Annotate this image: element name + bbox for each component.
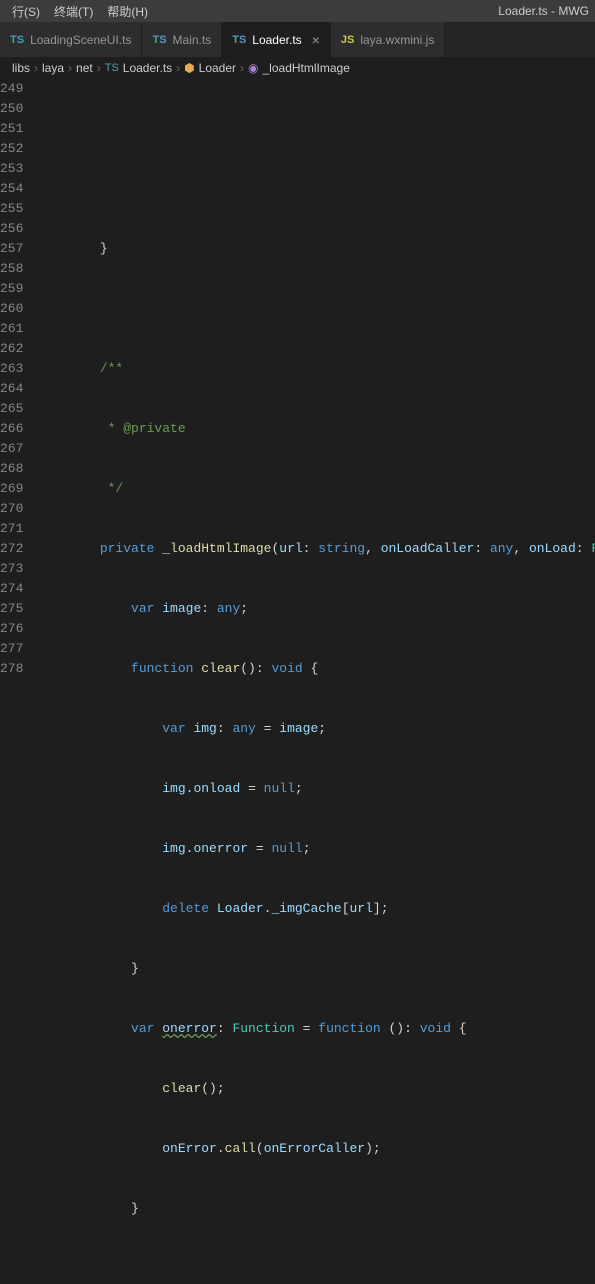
line-number: 257: [0, 239, 23, 259]
code-line[interactable]: clear();: [37, 1079, 595, 1099]
line-number: 250: [0, 99, 23, 119]
line-number: 278: [0, 659, 23, 679]
line-number: 276: [0, 619, 23, 639]
line-number: 251: [0, 119, 23, 139]
line-number: 255: [0, 199, 23, 219]
code-area[interactable]: } /** * @private */ private _loadHtmlIma…: [37, 79, 595, 642]
menu-terminal[interactable]: 终端(T): [48, 3, 99, 20]
line-number: 277: [0, 639, 23, 659]
code-line[interactable]: img.onload = null;: [37, 779, 595, 799]
code-line[interactable]: img.onerror = null;: [37, 839, 595, 859]
chevron-right-icon: ›: [176, 61, 180, 75]
chevron-right-icon: ›: [97, 61, 101, 75]
code-line[interactable]: [37, 299, 595, 319]
line-number: 274: [0, 579, 23, 599]
line-number: 264: [0, 379, 23, 399]
method-icon: ◉: [248, 61, 258, 75]
window-title: Loader.ts - MWG: [498, 4, 595, 18]
chevron-right-icon: ›: [34, 61, 38, 75]
code-line[interactable]: var onerror: Function = function (): voi…: [37, 1019, 595, 1039]
code-line[interactable]: /**: [37, 359, 595, 379]
line-number: 253: [0, 159, 23, 179]
code-line[interactable]: */: [37, 479, 595, 499]
line-gutter: 2492502512522532542552562572582592602612…: [0, 79, 37, 642]
breadcrumbs[interactable]: libs › laya › net › TS Loader.ts › ⬢ Loa…: [0, 57, 595, 79]
line-number: 263: [0, 359, 23, 379]
line-number: 269: [0, 479, 23, 499]
line-number: 266: [0, 419, 23, 439]
code-line[interactable]: * @private: [37, 419, 595, 439]
code-editor[interactable]: 2492502512522532542552562572582592602612…: [0, 79, 595, 642]
crumb-file[interactable]: Loader.ts: [123, 61, 172, 75]
crumb-class[interactable]: Loader: [199, 61, 236, 75]
highlight-box-1: [32, 378, 497, 398]
menu-run[interactable]: 行(S): [6, 3, 46, 20]
tab-loader[interactable]: TS Loader.ts ×: [222, 22, 331, 57]
code-line[interactable]: onError.call(onErrorCaller);: [37, 1139, 595, 1159]
code-line[interactable]: delete Loader._imgCache[url];: [37, 899, 595, 919]
line-number: 252: [0, 139, 23, 159]
menu-help[interactable]: 帮助(H): [101, 3, 154, 20]
line-number: 265: [0, 399, 23, 419]
ts-icon: TS: [152, 34, 166, 46]
ts-icon: TS: [10, 34, 24, 46]
line-number: 261: [0, 319, 23, 339]
tab-label: laya.wxmini.js: [360, 33, 434, 47]
code-line[interactable]: function clear(): void {: [37, 659, 595, 679]
code-line[interactable]: var img: any = image;: [37, 719, 595, 739]
tab-wxmini[interactable]: JS laya.wxmini.js: [331, 22, 445, 57]
line-number: 260: [0, 299, 23, 319]
line-number: 275: [0, 599, 23, 619]
crumb-folder[interactable]: net: [76, 61, 93, 75]
crumb-method[interactable]: _loadHtmlImage: [263, 61, 350, 75]
line-number: 270: [0, 499, 23, 519]
tab-label: Loader.ts: [252, 33, 301, 47]
line-number: 256: [0, 219, 23, 239]
code-line[interactable]: var image: any;: [37, 599, 595, 619]
line-number: 259: [0, 279, 23, 299]
code-line[interactable]: }: [37, 959, 595, 979]
close-icon[interactable]: ×: [312, 32, 320, 48]
chevron-right-icon: ›: [240, 61, 244, 75]
line-number: 262: [0, 339, 23, 359]
tab-loadingsceneui[interactable]: TS LoadingSceneUI.ts: [0, 22, 142, 57]
tab-main[interactable]: TS Main.ts: [142, 22, 222, 57]
code-line[interactable]: }: [37, 239, 595, 259]
code-line[interactable]: [37, 1259, 595, 1279]
line-number: 254: [0, 179, 23, 199]
class-icon: ⬢: [184, 61, 194, 75]
code-line[interactable]: }: [37, 1199, 595, 1219]
ts-icon: TS: [105, 62, 119, 74]
tab-label: LoadingSceneUI.ts: [30, 33, 131, 47]
line-number: 258: [0, 259, 23, 279]
line-number: 272: [0, 539, 23, 559]
line-number: 268: [0, 459, 23, 479]
line-number: 271: [0, 519, 23, 539]
js-icon: JS: [341, 34, 354, 46]
ts-icon: TS: [232, 34, 246, 46]
chevron-right-icon: ›: [68, 61, 72, 75]
tab-label: Main.ts: [173, 33, 212, 47]
titlebar: 行(S) 终端(T) 帮助(H) Loader.ts - MWG: [0, 0, 595, 22]
crumb-folder[interactable]: laya: [42, 61, 64, 75]
editor-tabs: TS LoadingSceneUI.ts TS Main.ts TS Loade…: [0, 22, 595, 57]
line-number: 273: [0, 559, 23, 579]
crumb-folder[interactable]: libs: [12, 61, 30, 75]
line-number: 267: [0, 439, 23, 459]
line-number: 249: [0, 79, 23, 99]
code-line[interactable]: private _loadHtmlImage(url: string, onLo…: [37, 539, 595, 559]
highlight-box-2: [84, 619, 404, 639]
